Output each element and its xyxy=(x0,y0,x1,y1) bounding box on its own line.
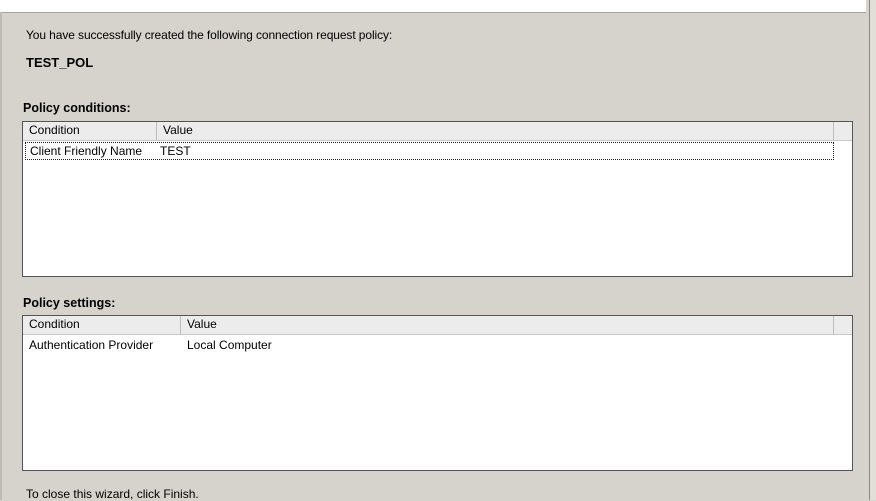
column-header-value[interactable]: Value xyxy=(157,122,834,140)
policy-conditions-list[interactable]: Condition Value Client Friendly Name TES… xyxy=(22,121,853,277)
cell-condition: Client Friendly Name xyxy=(30,144,143,158)
dialog-top-strip xyxy=(0,0,866,13)
policy-conditions-label: Policy conditions: xyxy=(23,101,131,115)
column-header-condition[interactable]: Condition xyxy=(23,316,181,334)
column-header-condition[interactable]: Condition xyxy=(23,122,157,140)
cell-value: Local Computer xyxy=(187,338,272,352)
policy-name: TEST_POL xyxy=(26,55,94,70)
column-header-spacer xyxy=(834,122,852,140)
closing-instruction: To close this wizard, click Finish. xyxy=(26,487,199,501)
cell-value: TEST xyxy=(160,144,191,158)
table-row[interactable]: Client Friendly Name TEST xyxy=(25,142,834,160)
cell-condition: Authentication Provider xyxy=(29,338,154,352)
policy-settings-header: Condition Value xyxy=(23,316,852,335)
table-row[interactable]: Authentication Provider Local Computer xyxy=(25,336,852,354)
intro-text: You have successfully created the follow… xyxy=(26,28,393,42)
policy-conditions-header: Condition Value xyxy=(23,122,852,141)
dialog-left-edge xyxy=(0,12,2,500)
policy-settings-list[interactable]: Condition Value Authentication Provider … xyxy=(22,315,853,471)
dialog-right-edge xyxy=(869,0,876,500)
policy-settings-label: Policy settings: xyxy=(23,296,116,310)
column-header-spacer xyxy=(834,316,852,334)
column-header-value[interactable]: Value xyxy=(181,316,834,334)
